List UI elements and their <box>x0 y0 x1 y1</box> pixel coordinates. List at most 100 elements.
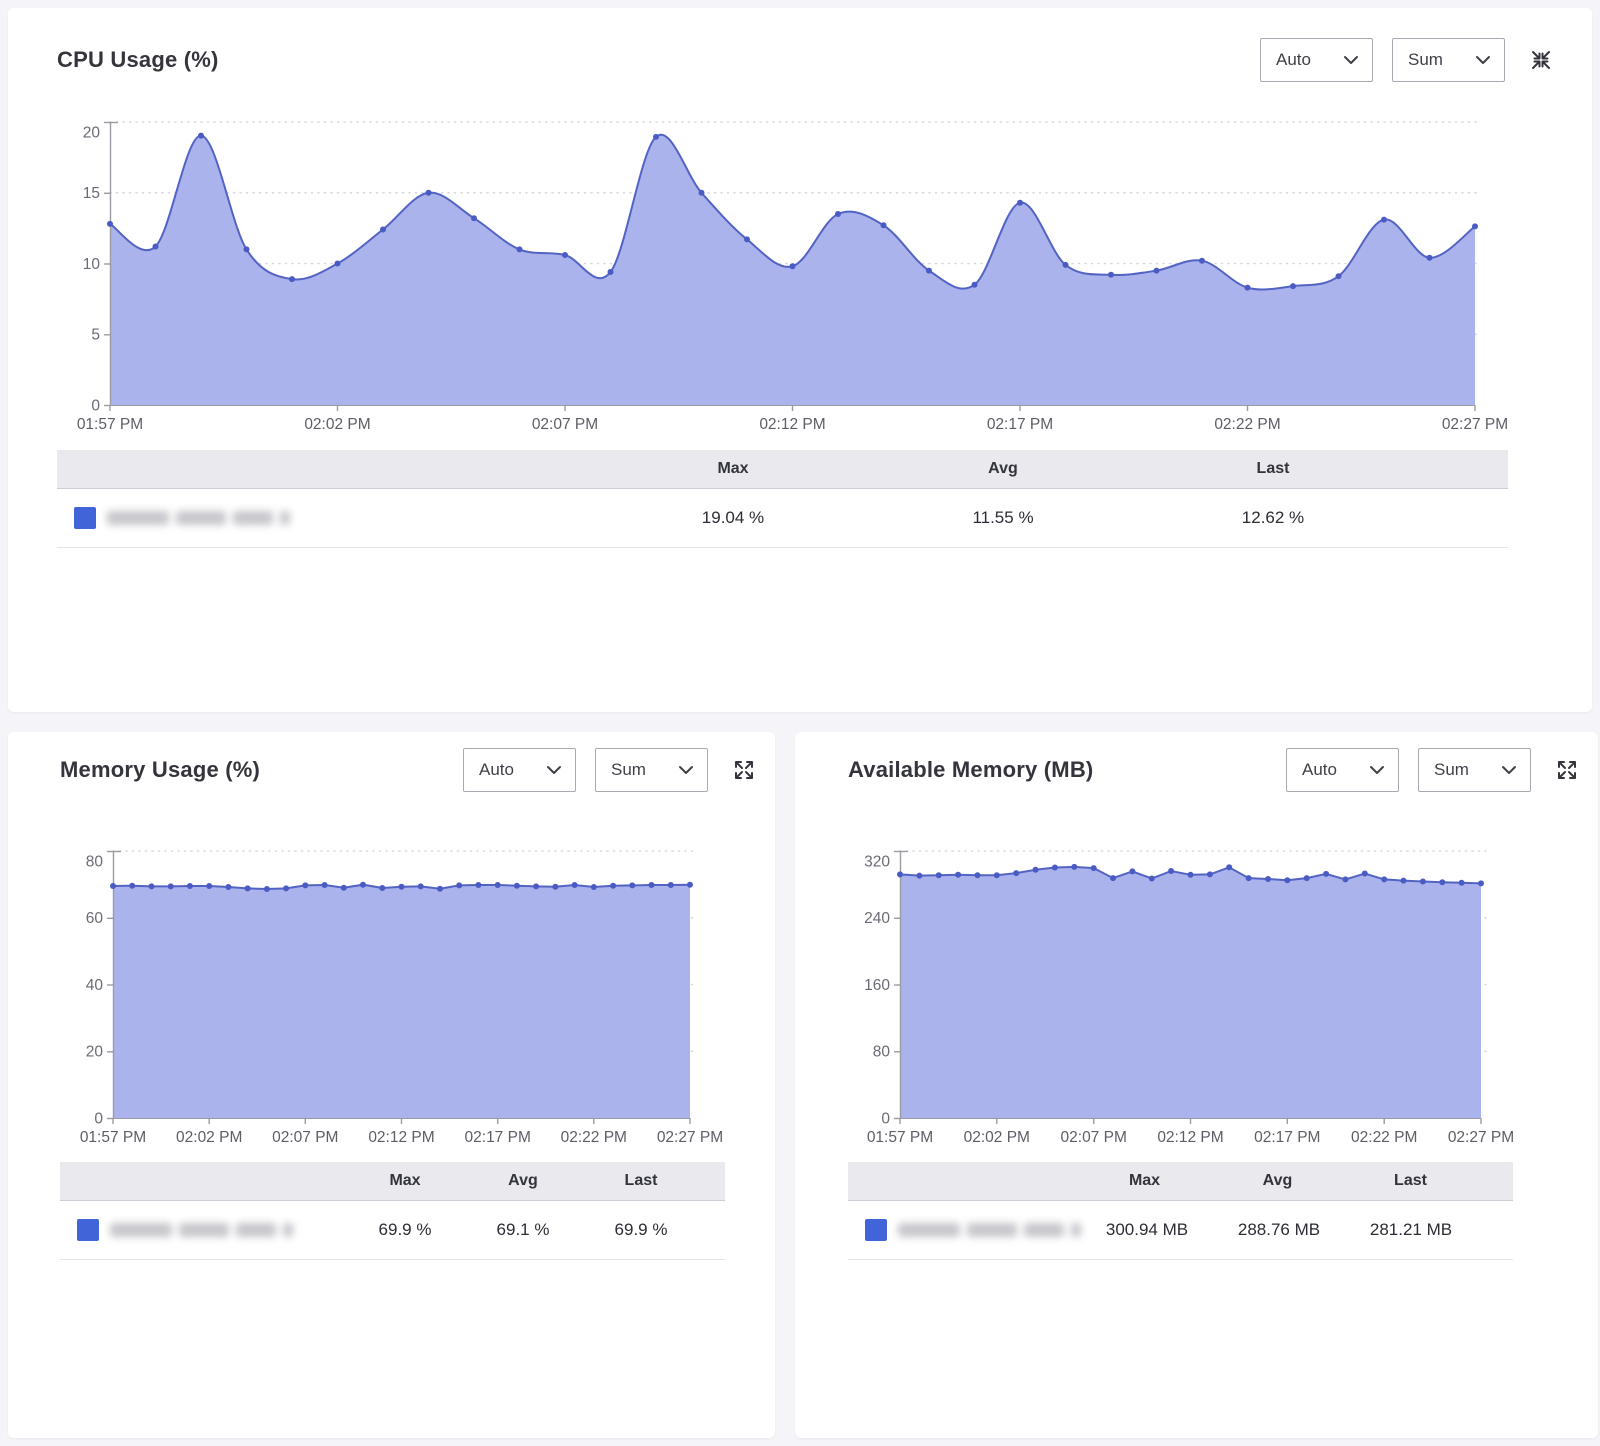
legend-header-avg: Avg <box>868 460 1138 478</box>
interval-dropdown-value: Auto <box>1302 760 1337 780</box>
svg-text:02:27 PM: 02:27 PM <box>1448 1129 1514 1146</box>
svg-text:02:07 PM: 02:07 PM <box>272 1129 338 1146</box>
svg-text:0: 0 <box>91 397 100 414</box>
svg-text:02:07 PM: 02:07 PM <box>1061 1129 1127 1146</box>
svg-text:02:17 PM: 02:17 PM <box>987 416 1053 430</box>
svg-text:320: 320 <box>864 853 890 870</box>
svg-text:02:02 PM: 02:02 PM <box>964 1129 1030 1146</box>
svg-text:01:57 PM: 01:57 PM <box>80 1129 146 1146</box>
legend-header-avg: Avg <box>464 1172 582 1190</box>
legend-value-last: 69.9 % <box>582 1220 700 1240</box>
svg-text:02:12 PM: 02:12 PM <box>759 416 825 430</box>
svg-text:10: 10 <box>83 256 101 273</box>
legend-value-max: 300.94 MB <box>1081 1220 1213 1240</box>
legend-value-avg: 69.1 % <box>464 1220 582 1240</box>
series-color-swatch <box>865 1219 887 1241</box>
expand-chart-button[interactable] <box>1554 757 1580 783</box>
svg-text:0: 0 <box>94 1110 103 1127</box>
legend-header-row: Max Avg Last <box>60 1162 725 1200</box>
aggregation-dropdown-value: Sum <box>611 760 646 780</box>
svg-text:02:22 PM: 02:22 PM <box>1214 416 1280 430</box>
legend-value-avg: 288.76 MB <box>1213 1220 1345 1240</box>
svg-text:15: 15 <box>83 185 100 202</box>
interval-dropdown[interactable]: Auto <box>463 748 576 792</box>
chevron-down-icon <box>1369 760 1385 780</box>
aggregation-dropdown-value: Sum <box>1408 50 1443 70</box>
series-label-redacted <box>110 1223 293 1237</box>
svg-text:01:57 PM: 01:57 PM <box>867 1129 933 1146</box>
legend-table: Max Avg Last 300.94 MB 288.76 MB 281.21 … <box>848 1162 1513 1260</box>
panel-controls: Auto Sum <box>1260 38 1554 82</box>
svg-text:5: 5 <box>91 327 100 344</box>
legend-header-last: Last <box>1138 460 1408 478</box>
panel-controls: Auto Sum <box>1286 748 1580 792</box>
legend-header-row: Max Avg Last <box>848 1162 1513 1200</box>
svg-text:40: 40 <box>86 977 104 994</box>
panel-header: Memory Usage (%) Auto Sum <box>8 748 775 792</box>
memory-usage-chart[interactable]: 02040608001:57 PM02:02 PM02:07 PM02:12 P… <box>8 822 775 1152</box>
interval-dropdown[interactable]: Auto <box>1260 38 1373 82</box>
chevron-down-icon <box>1501 760 1517 780</box>
svg-text:60: 60 <box>86 910 104 927</box>
collapse-chart-button[interactable] <box>1528 47 1554 73</box>
panel-header: CPU Usage (%) Auto Sum <box>8 38 1592 82</box>
series-color-swatch <box>74 507 96 529</box>
legend-series-row[interactable]: 19.04 % 11.55 % 12.62 % <box>57 488 1508 548</box>
interval-dropdown[interactable]: Auto <box>1286 748 1399 792</box>
collapse-icon <box>1529 48 1553 72</box>
svg-text:02:07 PM: 02:07 PM <box>532 416 598 430</box>
interval-dropdown-value: Auto <box>1276 50 1311 70</box>
chevron-down-icon <box>1475 50 1491 70</box>
chart-title-cpu: CPU Usage (%) <box>57 47 1260 73</box>
expand-chart-button[interactable] <box>731 757 757 783</box>
panel-controls: Auto Sum <box>463 748 757 792</box>
chevron-down-icon <box>1343 50 1359 70</box>
svg-text:80: 80 <box>873 1044 891 1061</box>
svg-text:02:22 PM: 02:22 PM <box>561 1129 627 1146</box>
legend-value-avg: 11.55 % <box>868 508 1138 528</box>
svg-text:02:12 PM: 02:12 PM <box>368 1129 434 1146</box>
svg-text:02:27 PM: 02:27 PM <box>657 1129 723 1146</box>
chevron-down-icon <box>546 760 562 780</box>
aggregation-dropdown[interactable]: Sum <box>1418 748 1531 792</box>
chart-title-available-memory: Available Memory (MB) <box>848 757 1286 783</box>
cpu-usage-chart[interactable]: 0 5 10 15 20 01:57 PM 02:02 PM 02:07 PM 02:12 PM… <box>8 108 1592 430</box>
svg-text:240: 240 <box>864 910 890 927</box>
series-label-redacted <box>898 1223 1081 1237</box>
svg-text:80: 80 <box>86 853 104 870</box>
aggregation-dropdown[interactable]: Sum <box>1392 38 1505 82</box>
legend-value-last: 12.62 % <box>1138 508 1408 528</box>
legend-header-last: Last <box>1344 1172 1477 1190</box>
svg-text:0: 0 <box>881 1110 890 1127</box>
expand-icon <box>1555 758 1579 782</box>
legend-table: Max Avg Last 19.04 % 11.55 % 12.62 % <box>57 450 1508 548</box>
legend-value-last: 281.21 MB <box>1345 1220 1477 1240</box>
aggregation-dropdown-value: Sum <box>1434 760 1469 780</box>
aggregation-dropdown[interactable]: Sum <box>595 748 708 792</box>
available-memory-chart[interactable]: 0 80 160 240 320 01:57 PM 02:02 PM 02:07 PM 02:1… <box>795 822 1598 1152</box>
svg-text:02:27 PM: 02:27 PM <box>1442 416 1508 430</box>
legend-header-row: Max Avg Last <box>57 450 1508 488</box>
memory-usage-panel: Memory Usage (%) Auto Sum 0 20 40 60 80 01:57… <box>8 732 775 1438</box>
series-color-swatch <box>77 1219 99 1241</box>
legend-header-max: Max <box>598 460 868 478</box>
expand-icon <box>732 758 756 782</box>
svg-text:20: 20 <box>86 1044 104 1061</box>
legend-value-max: 69.9 % <box>346 1220 464 1240</box>
svg-text:02:02 PM: 02:02 PM <box>304 416 370 430</box>
chart-title-memory: Memory Usage (%) <box>60 757 463 783</box>
legend-value-max: 19.04 % <box>598 508 868 528</box>
svg-text:02:12 PM: 02:12 PM <box>1157 1129 1223 1146</box>
svg-text:160: 160 <box>864 977 890 994</box>
legend-series-row[interactable]: 300.94 MB 288.76 MB 281.21 MB <box>848 1200 1513 1260</box>
chevron-down-icon <box>678 760 694 780</box>
svg-text:02:22 PM: 02:22 PM <box>1351 1129 1417 1146</box>
svg-text:01:57 PM: 01:57 PM <box>77 416 143 430</box>
svg-text:20: 20 <box>83 124 101 141</box>
legend-header-avg: Avg <box>1211 1172 1344 1190</box>
series-label-redacted <box>107 511 290 525</box>
legend-series-row[interactable]: 69.9 % 69.1 % 69.9 % <box>60 1200 725 1260</box>
interval-dropdown-value: Auto <box>479 760 514 780</box>
available-memory-panel: Available Memory (MB) Auto Sum 0 80 160 240… <box>795 732 1598 1438</box>
cpu-usage-panel: CPU Usage (%) Auto Sum 0510152001:57 PM0… <box>8 8 1592 712</box>
